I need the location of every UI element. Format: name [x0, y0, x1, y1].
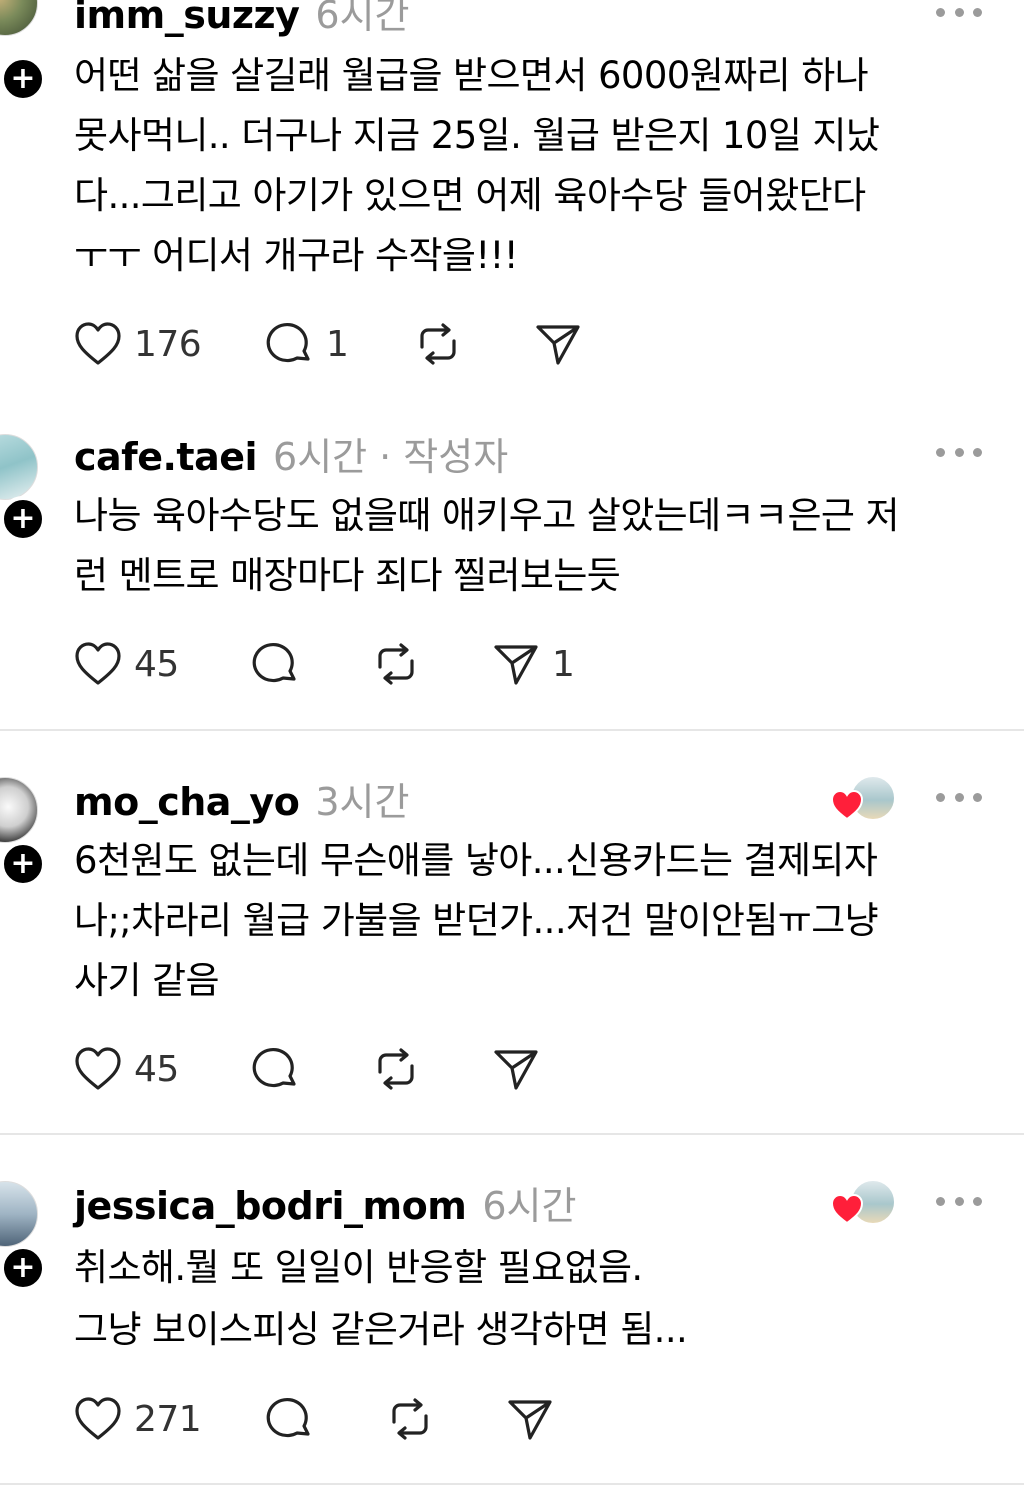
like-button[interactable]: 45 — [74, 1044, 179, 1094]
follow-plus-icon[interactable]: + — [0, 496, 46, 542]
post-header: cafe.taei 6시간 · 작성자 — [74, 426, 509, 479]
repost-arrows-icon — [420, 323, 456, 365]
timestamp: 6시간 — [315, 0, 410, 37]
like-count: 45 — [134, 1048, 179, 1090]
repost-button[interactable] — [414, 319, 462, 369]
share-button[interactable]: 1 — [492, 639, 575, 689]
post-divider — [0, 1483, 1024, 1485]
body-line: 사기 같음 — [74, 959, 220, 1002]
timestamp: 6시간 — [273, 435, 368, 479]
username[interactable]: cafe.taei — [74, 435, 258, 479]
username[interactable]: imm_suzzy — [74, 0, 300, 37]
paper-plane-icon — [494, 1050, 538, 1090]
post-jessica-bodri-mom: + jessica_bodri_mom 6시간 취소해.뭘 또 일일이 반응할 필… — [0, 1135, 1024, 1501]
comment-count: 1 — [326, 323, 349, 365]
like-count: 271 — [134, 1398, 202, 1440]
speech-bubble-icon — [252, 642, 296, 683]
comment-button[interactable] — [252, 1044, 300, 1094]
body-line: 6천원도 없는데 무슨애를 낳아...신용카드는 결제되자 — [74, 839, 878, 882]
heart-outline-icon — [75, 1047, 121, 1090]
post-header: jessica_bodri_mom 6시간 — [74, 1175, 577, 1228]
share-button[interactable] — [534, 319, 582, 369]
body-line: ㅜㅜ 어디서 개구라 수작을!!! — [74, 234, 519, 277]
post-header: imm_suzzy 6시간 — [74, 0, 410, 37]
post-imm-suzzy: + imm_suzzy 6시간 어떤 삶을 살길래 월급을 받으면서 6000원짜… — [0, 0, 1024, 400]
share-button[interactable] — [506, 1394, 554, 1444]
timestamp: 6시간 — [482, 1184, 577, 1228]
repost-button[interactable] — [386, 1394, 434, 1444]
comment-button[interactable] — [252, 639, 300, 689]
paper-plane-icon — [494, 645, 538, 685]
repost-button[interactable] — [372, 1044, 420, 1094]
share-button[interactable] — [492, 1044, 540, 1094]
follow-plus-icon[interactable]: + — [0, 56, 46, 102]
follow-plus-icon[interactable]: + — [0, 1245, 46, 1291]
body-line: 그냥 보이스피싱 같은거라 생각하면 됨... — [74, 1308, 688, 1351]
red-heart-icon — [830, 1193, 864, 1225]
body-line: 취소해.뭘 또 일일이 반응할 필요없음. — [74, 1246, 643, 1289]
post-body: 나능 육아수당도 없을때 애키우고 살았는데ㅋㅋ은근 저 런 멘트로 매장마다 … — [74, 486, 994, 606]
speech-bubble-icon — [252, 1047, 296, 1088]
body-line: 다...그리고 아기가 있으면 어제 육아수당 들어왔단다 — [74, 174, 866, 217]
username[interactable]: jessica_bodri_mom — [74, 1184, 467, 1228]
paper-plane-icon — [508, 1400, 552, 1440]
post-body: 어떤 삶을 살길래 월급을 받으면서 6000원짜리 하나 못사먹니.. 더구나… — [74, 46, 994, 286]
heart-outline-icon — [75, 1397, 121, 1440]
red-heart-icon — [830, 789, 864, 821]
body-line: 못사먹니.. 더구나 지금 25일. 월급 받은지 10일 지났 — [74, 114, 880, 157]
author-tag: · 작성자 — [379, 435, 509, 479]
more-dots-icon[interactable] — [936, 787, 982, 807]
more-dots-icon[interactable] — [936, 1191, 982, 1211]
heart-outline-icon — [75, 322, 121, 365]
post-cafe-taei: + cafe.taei 6시간 · 작성자 나능 육아수당도 없을때 애키우고 살았… — [0, 400, 1024, 730]
follow-plus-icon[interactable]: + — [0, 841, 46, 887]
repost-button[interactable] — [372, 639, 420, 689]
paper-plane-icon — [536, 325, 580, 365]
like-count: 45 — [134, 643, 179, 685]
speech-bubble-icon — [266, 1397, 310, 1438]
body-line: 런 멘트로 매장마다 죄다 찔러보는듯 — [74, 554, 621, 597]
post-header: mo_cha_yo 3시간 — [74, 771, 410, 824]
post-body: 취소해.뭘 또 일일이 반응할 필요없음. 그냥 보이스피싱 같은거라 생각하면… — [74, 1237, 994, 1361]
like-button[interactable]: 45 — [74, 639, 179, 689]
body-line: 어떤 삶을 살길래 월급을 받으면서 6000원짜리 하나 — [74, 54, 869, 97]
repost-arrows-icon — [378, 1048, 414, 1090]
speech-bubble-icon — [266, 322, 310, 363]
repost-arrows-icon — [392, 1398, 428, 1440]
share-count: 1 — [552, 643, 575, 685]
like-button[interactable]: 176 — [74, 319, 202, 369]
heart-outline-icon — [75, 642, 121, 685]
comment-button[interactable]: 1 — [266, 319, 349, 369]
body-line: 나능 육아수당도 없을때 애키우고 살았는데ㅋㅋ은근 저 — [74, 494, 900, 537]
avatar[interactable] — [0, 777, 38, 843]
like-button[interactable]: 271 — [74, 1394, 202, 1444]
like-count: 176 — [134, 323, 202, 365]
repost-arrows-icon — [378, 643, 414, 685]
liked-by-author-badge — [830, 775, 902, 825]
timestamp: 3시간 — [315, 780, 410, 824]
avatar[interactable] — [0, 434, 38, 500]
post-body: 6천원도 없는데 무슨애를 낳아...신용카드는 결제되자 나;;차라리 월급 … — [74, 831, 994, 1011]
username[interactable]: mo_cha_yo — [74, 780, 300, 824]
avatar[interactable] — [0, 1181, 38, 1247]
more-dots-icon[interactable] — [936, 442, 982, 462]
more-dots-icon[interactable] — [936, 2, 982, 22]
comment-button[interactable] — [266, 1394, 314, 1444]
body-line: 나;;차라리 월급 가불을 받던가...저건 말이안됨ㅠ그냥 — [74, 899, 879, 942]
liked-by-author-badge — [830, 1179, 902, 1229]
avatar[interactable] — [0, 0, 38, 36]
post-mo-cha-yo: + mo_cha_yo 3시간 6천원도 없는데 무슨애를 낳아...신용카드는 … — [0, 731, 1024, 1134]
